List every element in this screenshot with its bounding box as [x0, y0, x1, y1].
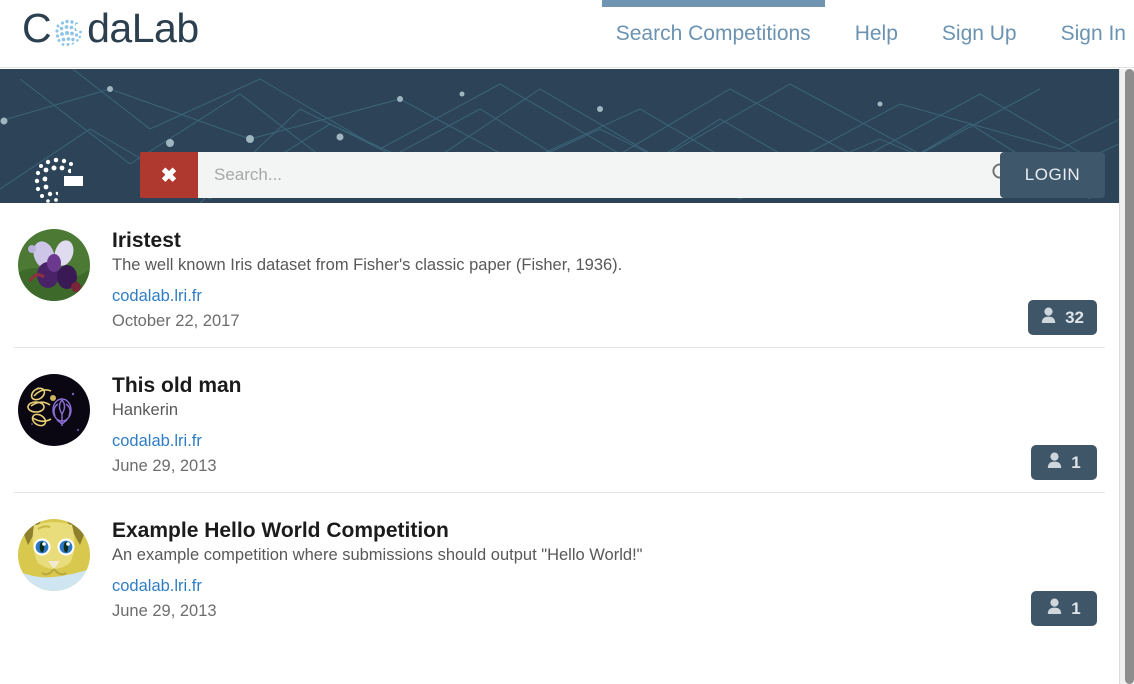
result-description: An example competition where submissions… — [112, 546, 643, 565]
participants-badge[interactable]: 1 — [1031, 445, 1097, 480]
result-row[interactable]: This old man Hankerin codalab.lri.fr Jun… — [14, 348, 1105, 493]
brand-wordmark: C daLab — [22, 8, 199, 49]
result-date: June 29, 2013 — [112, 456, 217, 475]
participants-count: 1 — [1071, 452, 1081, 472]
ornamental-moth-avatar — [18, 374, 90, 446]
result-row[interactable]: Iristest The well known Iris dataset fro… — [14, 203, 1105, 348]
page-scrollbar-track[interactable] — [1119, 69, 1134, 684]
result-description: Hankerin — [112, 401, 179, 420]
result-url[interactable]: codalab.lri.fr — [112, 432, 202, 451]
nav-link-sign-up[interactable]: Sign Up — [920, 0, 1039, 68]
top-navigation-bar: C daLab Search Competitions Help Sign Up… — [0, 0, 1134, 68]
nav-link-sign-in[interactable]: Sign In — [1039, 0, 1134, 68]
brand-name-after: daLab — [87, 5, 199, 51]
result-row[interactable]: Example Hello World Competition An examp… — [14, 493, 1105, 638]
brand-name-before: C — [22, 5, 52, 51]
result-url[interactable]: codalab.lri.fr — [112, 577, 202, 596]
result-title[interactable]: This old man — [112, 374, 1105, 398]
result-title[interactable]: Example Hello World Competition — [112, 519, 1105, 543]
iris-flower-avatar — [18, 229, 90, 301]
result-title[interactable]: Iristest — [112, 229, 1105, 253]
user-icon — [1041, 307, 1056, 328]
result-date: October 22, 2017 — [112, 311, 240, 330]
result-url[interactable]: codalab.lri.fr — [112, 287, 202, 306]
search-header: ✖ LOGIN — [0, 69, 1119, 203]
nav-links: Search Competitions Help Sign Up Sign In — [594, 0, 1134, 68]
codalab-sphere-mark-icon — [31, 154, 85, 203]
search-bar: ✖ — [140, 152, 1022, 198]
codalab-globe-logo-icon — [52, 15, 87, 49]
search-results-list: Iristest The well known Iris dataset fro… — [0, 203, 1119, 684]
brand-logo[interactable]: C daLab — [22, 8, 199, 49]
page-scrollbar-thumb[interactable] — [1125, 69, 1134, 684]
clear-search-button[interactable]: ✖ — [140, 152, 198, 198]
login-button[interactable]: LOGIN — [1000, 152, 1105, 198]
participants-count: 32 — [1065, 307, 1084, 327]
nav-link-search-competitions[interactable]: Search Competitions — [594, 0, 833, 68]
user-icon — [1047, 598, 1062, 619]
user-icon — [1047, 452, 1062, 473]
yellow-cat-avatar — [18, 519, 90, 591]
participants-badge[interactable]: 1 — [1031, 591, 1097, 626]
result-description: The well known Iris dataset from Fisher'… — [112, 256, 623, 275]
search-input[interactable] — [198, 152, 980, 198]
result-date: June 29, 2013 — [112, 601, 217, 620]
nav-link-help[interactable]: Help — [833, 0, 920, 68]
participants-count: 1 — [1071, 598, 1081, 618]
participants-badge[interactable]: 32 — [1028, 300, 1097, 335]
